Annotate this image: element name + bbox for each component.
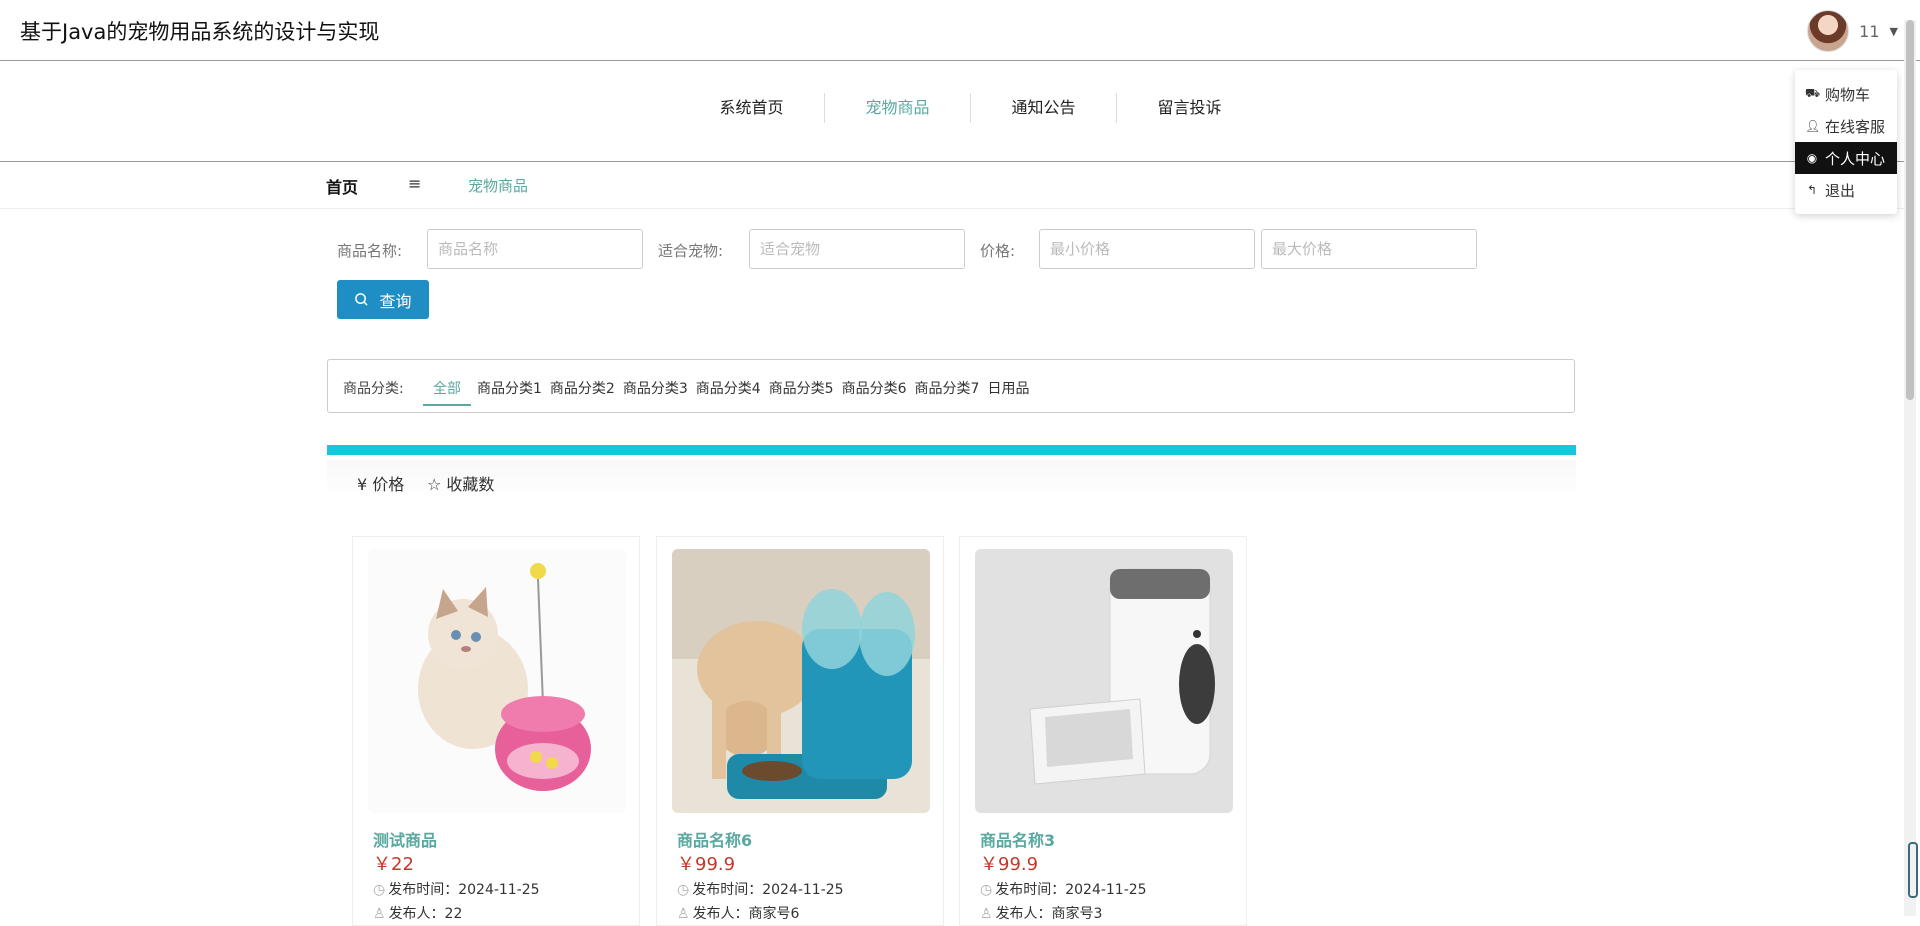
user-icon: ♙ <box>373 906 386 922</box>
page-scrollbar[interactable] <box>1904 20 1916 916</box>
product-card[interactable]: 测试商品 ￥22 ◷ 发布时间：2024-11-25 ♙ 发布人：22 <box>352 536 640 926</box>
publisher-text: 发布人：22 <box>388 906 463 922</box>
menu-item-label: 退出 <box>1825 181 1856 200</box>
sort-by-favorites[interactable]: ☆ 收藏数 <box>427 471 494 495</box>
category-item[interactable]: 商品分类3 <box>619 378 692 404</box>
category-item[interactable]: 商品分类6 <box>838 378 911 404</box>
menu-item-cart[interactable]: ⛟ 购物车 <box>1795 78 1897 110</box>
user-icon: 👤︎ <box>1805 119 1821 133</box>
nav-item-messages[interactable]: 留言投诉 <box>1117 93 1262 123</box>
menu-item-profile[interactable]: ◉ 个人中心 <box>1795 142 1897 174</box>
menu-item-logout[interactable]: ↰ 退出 <box>1795 174 1897 206</box>
product-name[interactable]: 测试商品 <box>373 827 437 851</box>
user-circle-icon: ◉ <box>1806 151 1818 165</box>
category-item[interactable]: 商品分类4 <box>692 378 765 404</box>
category-item[interactable]: 商品分类5 <box>765 378 838 404</box>
product-price: ￥22 <box>373 854 414 875</box>
nav-item-home[interactable]: 系统首页 <box>679 93 825 123</box>
sort-by-price[interactable]: ¥ 价格 <box>357 471 404 495</box>
max-price-input[interactable] <box>1261 229 1477 269</box>
product-card[interactable]: 商品名称6 ￥99.9 ◷ 发布时间：2024-11-25 ♙ 发布人：商家号6 <box>656 536 944 926</box>
category-list: 全部 商品分类1 商品分类2 商品分类3 商品分类4 商品分类5 商品分类6 商… <box>423 378 1033 406</box>
clock-icon: ◷ <box>373 882 386 898</box>
username[interactable]: 11 <box>1859 22 1879 41</box>
product-publish-time: ◷ 发布时间：2024-11-25 <box>373 879 540 899</box>
category-item[interactable]: 商品分类2 <box>546 378 619 404</box>
site-title: 基于Java的宠物用品系统的设计与实现 <box>20 20 380 44</box>
product-name-label: 商品名称: <box>337 242 403 260</box>
product-name[interactable]: 商品名称3 <box>980 827 1055 851</box>
publish-time-text: 发布时间：2024-11-25 <box>692 882 844 898</box>
nav-item-notices[interactable]: 通知公告 <box>971 93 1117 123</box>
product-publisher: ♙ 发布人：商家号3 <box>980 903 1102 923</box>
category-item[interactable]: 商品分类1 <box>473 378 546 404</box>
pet-type-label: 适合宠物: <box>658 242 724 260</box>
publish-time-text: 发布时间：2024-11-25 <box>388 882 540 898</box>
min-price-input[interactable] <box>1039 229 1255 269</box>
category-item[interactable]: 日用品 <box>983 378 1033 404</box>
product-price: ￥99.9 <box>677 854 736 875</box>
product-publisher: ♙ 发布人：22 <box>373 903 462 923</box>
search-button-label: 查询 <box>379 291 412 311</box>
breadcrumb: 首页 ≡ 宠物商品 <box>0 162 1904 209</box>
user-icon: ♙ <box>980 906 993 922</box>
scrollbar-thumb[interactable] <box>1906 20 1914 400</box>
truck-icon: ⛟ <box>1805 86 1821 100</box>
product-image[interactable] <box>975 549 1233 813</box>
product-name[interactable]: 商品名称6 <box>677 827 752 851</box>
publish-time-text: 发布时间：2024-11-25 <box>995 882 1147 898</box>
product-name-input[interactable] <box>427 229 643 269</box>
product-image[interactable] <box>368 549 626 813</box>
pet-type-input[interactable] <box>749 229 965 269</box>
reply-icon: ↰ <box>1806 183 1818 197</box>
search-button[interactable]: 查询 <box>337 280 429 319</box>
clock-icon: ◷ <box>980 882 993 898</box>
user-icon: ♙ <box>677 906 690 922</box>
product-price: ￥99.9 <box>980 854 1039 875</box>
product-publisher: ♙ 发布人：商家号6 <box>677 903 799 923</box>
menu-item-label: 购物车 <box>1825 85 1871 104</box>
price-label: 价格: <box>980 242 1016 260</box>
main-nav: 系统首页 宠物商品 通知公告 留言投诉 <box>0 61 1904 162</box>
product-publish-time: ◷ 发布时间：2024-11-25 <box>677 879 844 899</box>
menu-item-label: 在线客服 <box>1825 117 1886 136</box>
divider-bar <box>327 445 1576 455</box>
breadcrumb-separator-icon: ≡ <box>408 174 422 193</box>
clock-icon: ◷ <box>677 882 690 898</box>
caret-down-icon[interactable]: ▼ <box>1890 25 1898 38</box>
breadcrumb-home[interactable]: 首页 <box>326 174 358 198</box>
top-bar: 基于Java的宠物用品系统的设计与实现 11 ▼ <box>0 0 1920 61</box>
scroll-indicator <box>1908 842 1918 898</box>
publisher-text: 发布人：商家号3 <box>995 906 1103 922</box>
category-label: 商品分类: <box>343 381 404 397</box>
user-dropdown-menu: ⛟ 购物车 👤︎ 在线客服 ◉ 个人中心 ↰ 退出 <box>1795 70 1897 214</box>
search-icon <box>355 293 369 306</box>
category-item[interactable]: 全部 <box>423 378 471 406</box>
user-area[interactable]: 11 ▼ <box>1807 10 1898 52</box>
avatar[interactable] <box>1807 10 1850 52</box>
product-image[interactable] <box>672 549 930 813</box>
category-filter: 商品分类: 全部 商品分类1 商品分类2 商品分类3 商品分类4 商品分类5 商… <box>327 359 1575 413</box>
breadcrumb-current: 宠物商品 <box>468 177 529 195</box>
nav-item-products[interactable]: 宠物商品 <box>825 93 971 123</box>
menu-item-label: 个人中心 <box>1825 149 1886 168</box>
publisher-text: 发布人：商家号6 <box>692 906 800 922</box>
sort-bar: ¥ 价格 ☆ 收藏数 <box>327 460 1576 500</box>
category-item[interactable]: 商品分类7 <box>911 378 984 404</box>
product-publish-time: ◷ 发布时间：2024-11-25 <box>980 879 1147 899</box>
product-card[interactable]: 商品名称3 ￥99.9 ◷ 发布时间：2024-11-25 ♙ 发布人：商家号3 <box>959 536 1247 926</box>
menu-item-online-service[interactable]: 👤︎ 在线客服 <box>1795 110 1897 142</box>
